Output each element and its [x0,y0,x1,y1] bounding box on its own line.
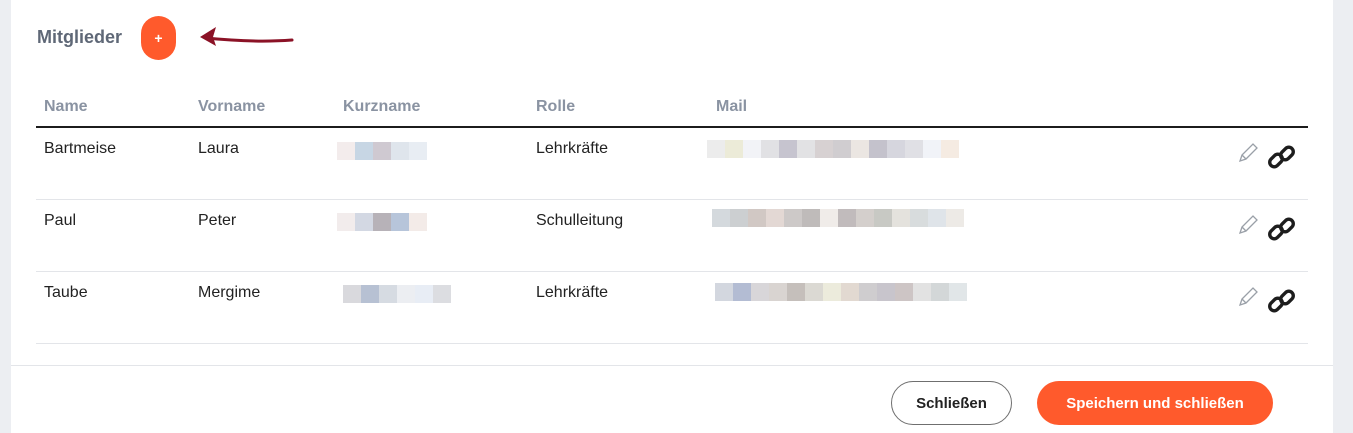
right-backdrop [1333,0,1353,433]
footer-divider [11,365,1333,366]
cell-rolle: Schulleitung [536,212,624,229]
pencil-icon[interactable] [1237,142,1259,164]
cell-kurzname-redacted [337,142,427,160]
pencil-icon[interactable] [1237,286,1259,308]
row-divider [36,199,1308,200]
cell-rolle: Lehrkräfte [536,284,609,301]
row-divider [36,271,1308,272]
link-icon[interactable] [1267,287,1297,317]
cell-vorname: Laura [198,140,239,157]
cell-rolle: Lehrkräfte [536,140,609,157]
link-icon[interactable] [1267,215,1297,245]
cell-name: Paul [44,212,77,229]
save-and-close-button[interactable]: Speichern und schließen [1037,381,1273,425]
cell-mail-redacted [712,209,964,227]
cell-mail-redacted [715,283,967,301]
column-header-rolle[interactable]: Rolle [536,98,575,116]
add-member-button[interactable]: + [141,16,176,60]
cell-vorname: Mergime [198,284,261,301]
cell-name: Bartmeise [44,140,117,157]
cell-vorname: Peter [198,212,237,229]
column-header-mail[interactable]: Mail [716,98,747,116]
left-backdrop [0,0,11,433]
column-header-kurzname[interactable]: Kurzname [343,98,420,116]
header-divider [36,126,1308,128]
column-header-vorname[interactable]: Vorname [198,98,265,116]
link-icon[interactable] [1267,143,1297,173]
section-title: Mitglieder [37,27,123,47]
column-header-name[interactable]: Name [44,98,88,116]
arrow-left-icon [200,27,294,46]
cell-kurzname-redacted [343,285,451,303]
dialog: Mitglieder + Name Vorname Kurzname Rolle… [0,0,1353,433]
cell-name: Taube [44,284,88,301]
row-divider [36,343,1308,344]
close-button[interactable]: Schließen [891,381,1012,425]
cell-kurzname-redacted [337,213,427,231]
pencil-icon[interactable] [1237,214,1259,236]
cell-mail-redacted [707,140,959,158]
